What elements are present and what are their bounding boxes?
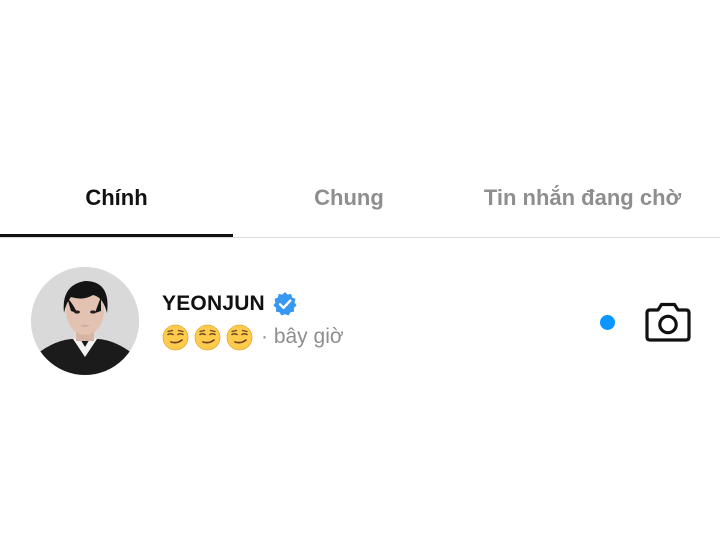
username-row: YEONJUN — [162, 289, 298, 319]
tab-message-requests[interactable]: Tin nhắn đang chờ — [465, 160, 700, 236]
tab-primary[interactable]: Chính — [0, 160, 233, 237]
smirking-face-icon — [226, 324, 253, 351]
conversation-row[interactable]: YEONJUN · bây giờ — [0, 262, 720, 380]
inbox-tabs: Chính Chung Tin nhắn đang chờ — [0, 160, 720, 238]
camera-button[interactable] — [644, 300, 692, 344]
tab-general[interactable]: Chung — [233, 160, 465, 236]
tab-message-requests-label: Tin nhắn đang chờ — [483, 185, 682, 210]
message-timestamp: · bây giờ — [261, 325, 344, 348]
smirking-face-icon — [162, 324, 189, 351]
message-preview: · bây giờ — [162, 322, 344, 352]
camera-icon — [645, 302, 691, 342]
avatar[interactable] — [31, 267, 139, 375]
active-tab-indicator — [0, 234, 233, 237]
tab-primary-label: Chính — [85, 185, 148, 210]
profile-photo — [31, 267, 139, 375]
smirking-face-icon — [194, 324, 221, 351]
verified-badge-icon — [272, 291, 298, 317]
unread-indicator — [600, 315, 615, 330]
username: YEONJUN — [162, 292, 265, 315]
tab-general-label: Chung — [314, 185, 384, 210]
